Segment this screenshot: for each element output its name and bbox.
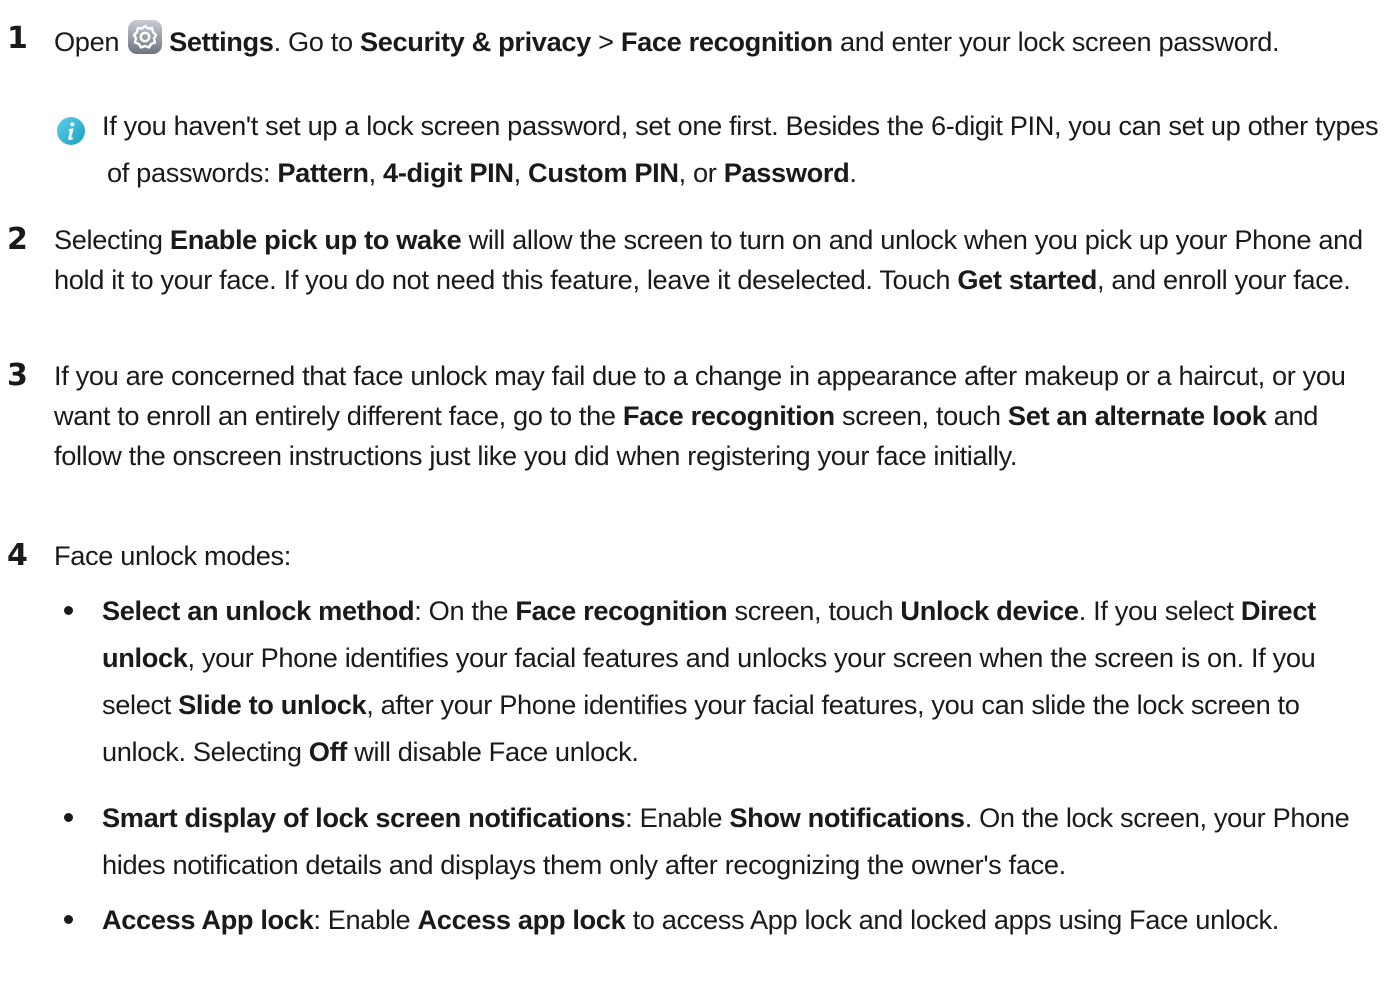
- bold-term: Set an alternate look: [1007, 400, 1267, 431]
- step-number: 3: [7, 358, 28, 393]
- text-run: : On the: [414, 595, 516, 626]
- step-number: 1: [7, 21, 28, 56]
- text-run: : Enable: [313, 904, 418, 935]
- bold-term: 4-digit PIN: [383, 157, 514, 188]
- bold-term: Settings: [169, 26, 274, 57]
- bold-term: Enable pick up to wake: [169, 224, 462, 255]
- text-run: , and enroll your face.: [1097, 264, 1351, 295]
- text-run: screen, touch: [834, 400, 1008, 431]
- bold-term: Pattern: [277, 157, 369, 188]
- step-text: Selecting Enable pick up to wake will al…: [54, 220, 1381, 300]
- bold-term: Select an unlock method: [102, 595, 415, 626]
- step-number: 2: [7, 222, 28, 257]
- settings-gear-icon: [127, 19, 163, 55]
- text-run: Selecting: [54, 224, 170, 255]
- text-run: screen, touch: [727, 595, 901, 626]
- bold-term: Custom PIN: [528, 157, 679, 188]
- info-icon: [56, 116, 86, 146]
- step-number: 4: [7, 538, 28, 573]
- text-run: . Go to: [273, 26, 354, 57]
- bullet-text: Select an unlock method: On the Face rec…: [102, 587, 1381, 775]
- text-run: . If you select: [1078, 595, 1241, 626]
- note-text: If you haven't set up a lock screen pass…: [102, 102, 1381, 196]
- bold-term: Smart display of lock screen notificatio…: [102, 802, 626, 833]
- step-text: Face unlock modes:: [54, 536, 1381, 576]
- bold-term: Unlock device: [900, 595, 1079, 626]
- bold-term: Get started: [957, 264, 1098, 295]
- bullet-dot-icon: [64, 915, 73, 924]
- bold-term: Show notifications: [729, 802, 965, 833]
- bold-term: Off: [308, 736, 348, 767]
- bold-term: Security & privacy: [359, 26, 591, 57]
- text-run: to access App lock and locked apps using…: [625, 904, 1280, 935]
- text-run: Face unlock modes:: [54, 540, 291, 571]
- step-text: If you are concerned that face unlock ma…: [54, 356, 1381, 476]
- text-run: and enter your lock screen password.: [832, 26, 1280, 57]
- text-run: : Enable: [625, 802, 730, 833]
- bullet-text: Smart display of lock screen notificatio…: [102, 794, 1381, 888]
- text-run: >: [590, 26, 621, 57]
- bold-term: Access app lock: [417, 904, 626, 935]
- bold-term: Face recognition: [515, 595, 728, 626]
- bullet-text: Access App lock: Enable Access app lock …: [102, 896, 1381, 943]
- text-run: ,: [368, 157, 384, 188]
- text-run: will disable Face unlock.: [347, 736, 639, 767]
- bullet-dot-icon: [64, 606, 73, 615]
- bold-term: Access App lock: [102, 904, 314, 935]
- step-text: Open Settings. Go to Security & privacy …: [54, 19, 1381, 62]
- bold-term: Password: [723, 157, 850, 188]
- text-run: .: [849, 157, 857, 188]
- text-run: Open: [54, 26, 120, 57]
- bold-term: Slide to unlock: [178, 689, 367, 720]
- bold-term: Face recognition: [622, 400, 835, 431]
- bullet-dot-icon: [64, 813, 73, 822]
- bold-term: Face recognition: [620, 26, 833, 57]
- text-run: ,: [513, 157, 529, 188]
- text-run: , or: [678, 157, 724, 188]
